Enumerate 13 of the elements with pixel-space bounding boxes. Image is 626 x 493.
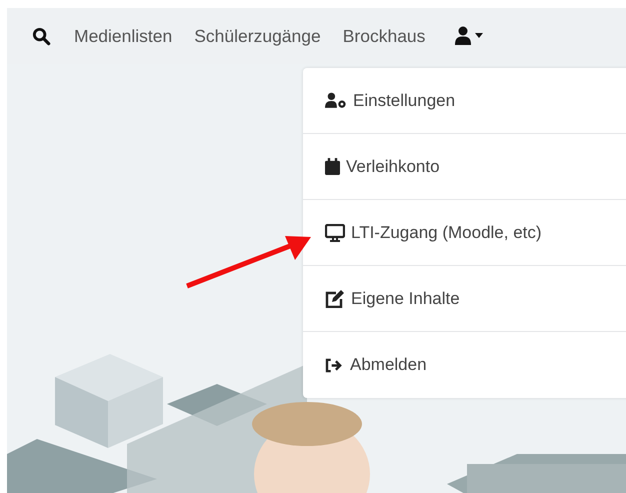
edit-icon [325,290,345,308]
nav-link[interactable]: Medienlisten [74,26,172,46]
menu-item[interactable]: Einstellungen [303,68,626,134]
nav-link[interactable]: Brockhaus [342,26,426,46]
user-gear-icon [325,92,347,109]
menu-item[interactable]: Eigene Inhalte [303,266,626,332]
menu-item[interactable]: Abmelden [303,332,626,398]
menu-item[interactable]: Verleihkonto [303,134,626,200]
nav-link[interactable]: Schülerzugänge [194,26,321,46]
monitor-icon [325,224,345,242]
sign-out-icon [325,358,344,372]
search-icon[interactable] [32,26,51,46]
calendar-icon [325,158,340,175]
